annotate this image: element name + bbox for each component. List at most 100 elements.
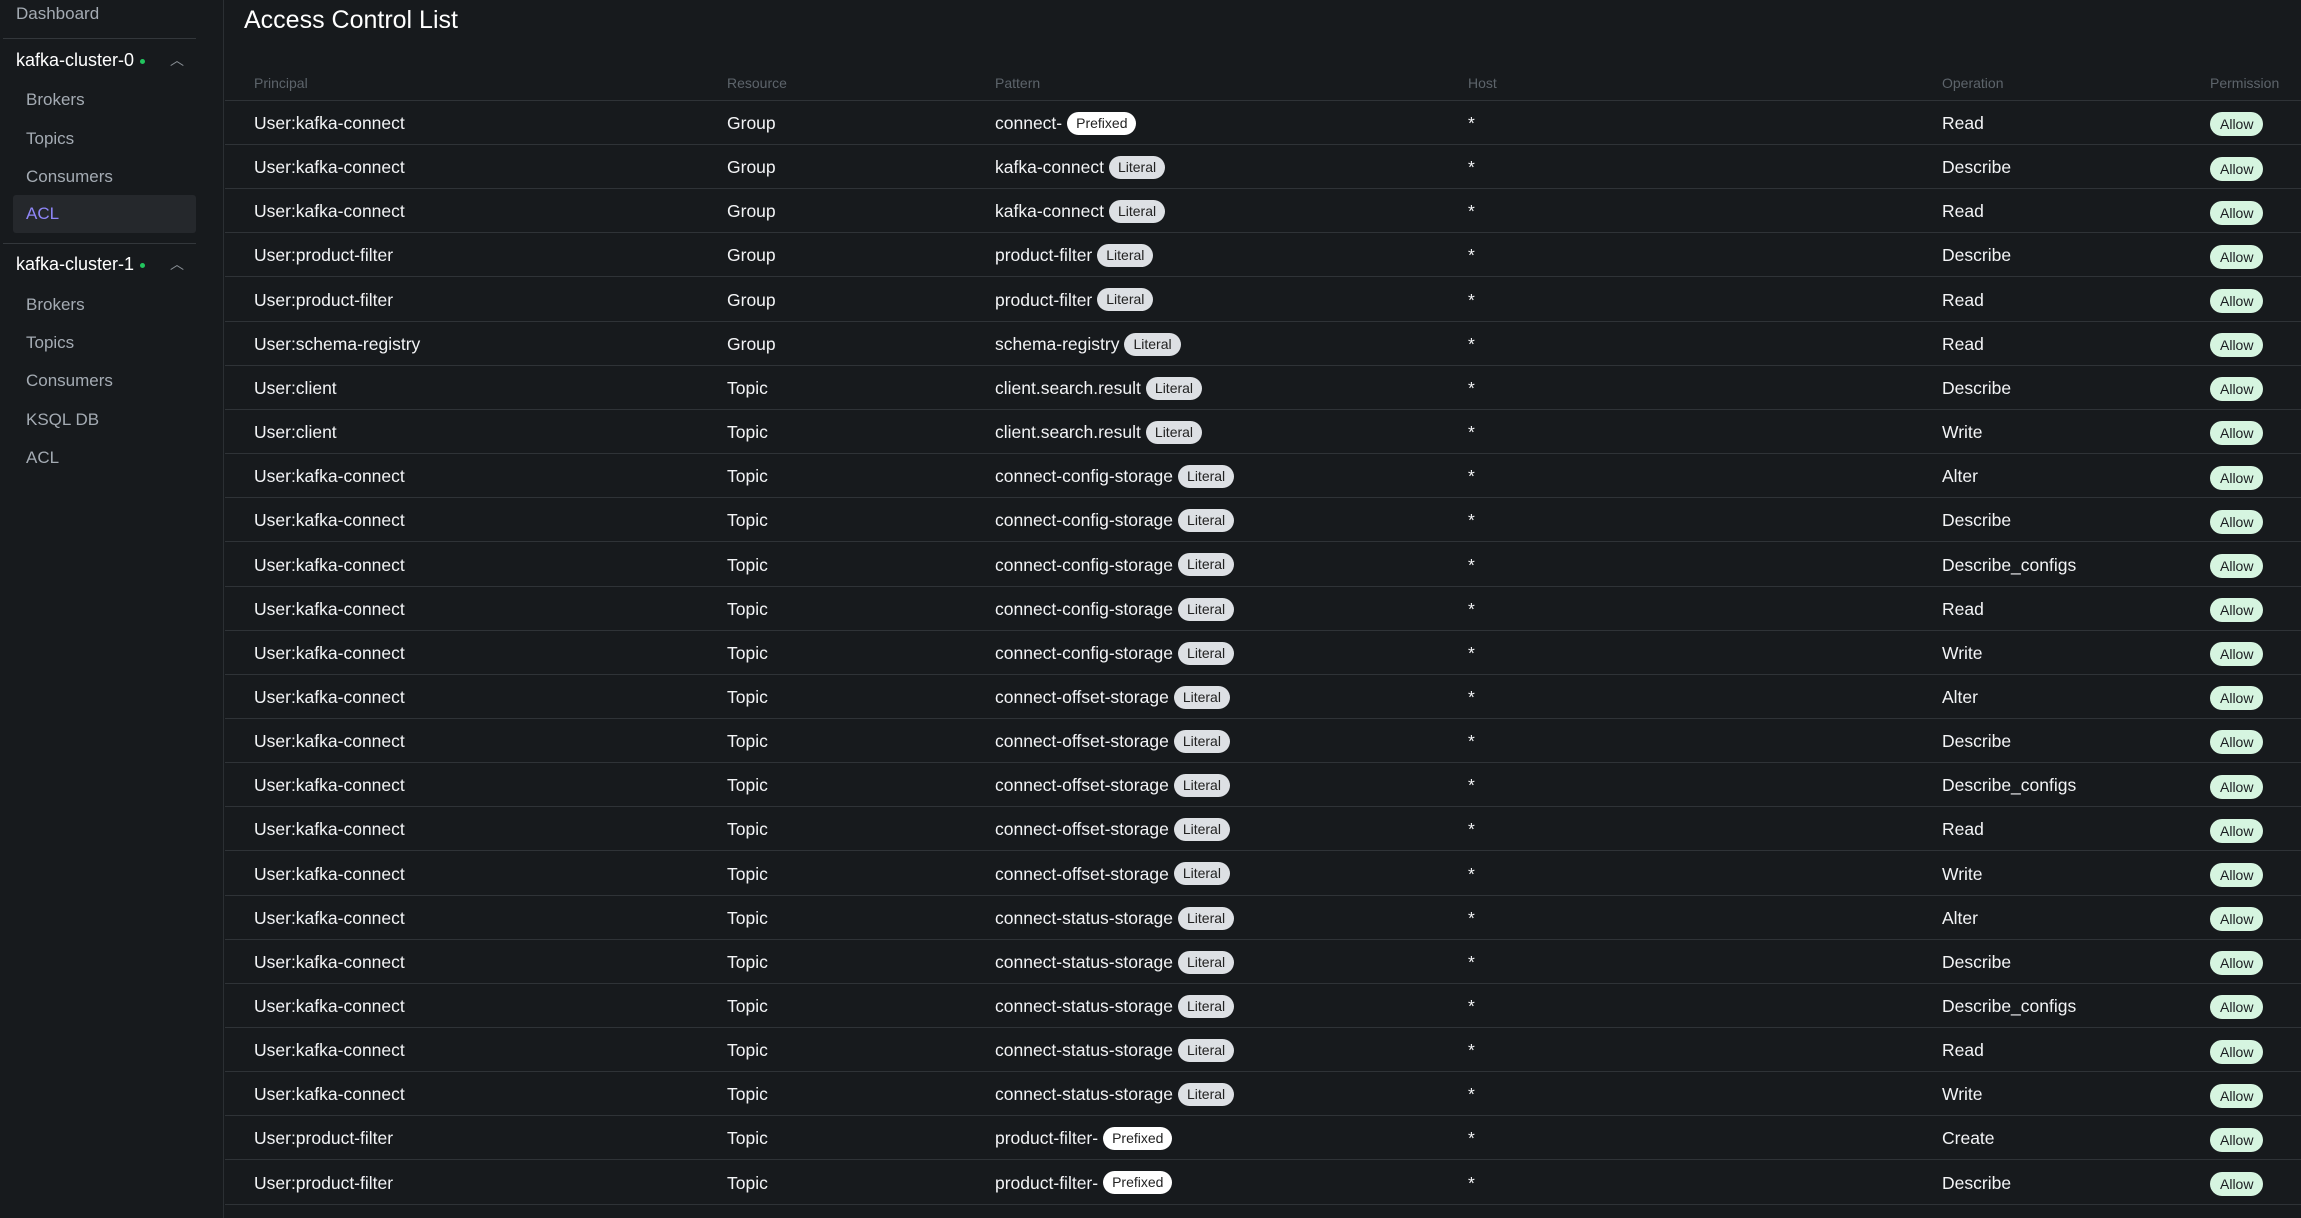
pattern-name: kafka-connect: [995, 157, 1104, 178]
sidebar-item-brokers[interactable]: Brokers: [26, 294, 196, 316]
pattern-type-badge: Literal: [1178, 641, 1235, 665]
pattern-name: connect-status-storage: [995, 1084, 1174, 1105]
resource-cell: Topic: [727, 642, 768, 663]
table-row: User:client Topic client.search.result Lite…: [225, 366, 2301, 410]
host-cell: *: [1468, 1040, 1475, 1061]
sidebar-item-acl[interactable]: ACL: [26, 447, 196, 469]
pattern-name: product-filter-: [995, 1172, 1099, 1193]
permission-badge: Allow: [2210, 553, 2264, 578]
pattern-cell: kafka-connect Literal: [995, 189, 1166, 233]
permission-cell: Allow: [2210, 1116, 2264, 1160]
operation-cell: Describe: [1942, 731, 2012, 752]
host-cell: *: [1468, 907, 1475, 928]
column-header-host[interactable]: Host: [1468, 70, 1497, 96]
principal-cell: User:kafka-connect: [254, 819, 405, 840]
pattern-type-badge: Literal: [1173, 729, 1230, 753]
pattern-name: connect-status-storage: [995, 951, 1174, 972]
sidebar-item-topics[interactable]: Topics: [26, 128, 196, 150]
pattern-cell: client.search.result Literal: [995, 410, 1203, 454]
principal-cell: User:kafka-connect: [254, 731, 405, 752]
column-header-operation[interactable]: Operation: [1942, 70, 2003, 96]
principal-cell: User:product-filter: [254, 245, 394, 266]
principal-cell: User:kafka-connect: [254, 510, 405, 531]
operation-cell: Create: [1942, 1128, 1995, 1149]
table-row: User:kafka-connect Topic connect-offset-st…: [225, 719, 2301, 764]
divider: [3, 38, 196, 39]
sidebar-item-dashboard[interactable]: Dashboard: [16, 3, 99, 25]
table-row: User:product-filter Group product-filter Li…: [225, 278, 2301, 322]
chevron-up-icon[interactable]: ︿: [170, 254, 184, 274]
page-title: Access Control List: [244, 6, 458, 34]
table-row: User:kafka-connect Topic connect-offset-st…: [225, 675, 2301, 719]
pattern-name: connect-offset-storage: [995, 775, 1169, 796]
column-header-pattern[interactable]: Pattern: [995, 70, 1040, 96]
divider: [3, 243, 196, 244]
table-row: User:client Topic client.search.result Lite…: [225, 410, 2301, 455]
principal-cell: User:product-filter: [254, 289, 394, 310]
table-row: User:kafka-connect Topic connect-status-st…: [225, 940, 2301, 984]
pattern-cell: connect-offset-storage Literal: [995, 675, 1230, 719]
operation-cell: Alter: [1942, 907, 1978, 928]
pattern-cell: connect- Prefixed: [995, 101, 1137, 145]
pattern-cell: connect-config-storage Literal: [995, 587, 1235, 631]
sidebar-item-brokers[interactable]: Brokers: [26, 89, 196, 111]
sidebar-item-topics[interactable]: Topics: [26, 332, 196, 354]
resource-cell: Topic: [727, 819, 768, 840]
column-header-resource[interactable]: Resource: [727, 70, 787, 96]
pattern-type-badge: Literal: [1178, 597, 1235, 621]
host-cell: *: [1468, 157, 1475, 178]
table-row: User:kafka-connect Topic connect-status-st…: [225, 1072, 2301, 1117]
permission-badge: Allow: [2210, 642, 2264, 667]
pattern-cell: connect-status-storage Literal: [995, 940, 1235, 984]
sidebar-item-consumers[interactable]: Consumers: [26, 370, 196, 392]
cluster-kafka-cluster-1[interactable]: kafka-cluster-1: [16, 253, 146, 275]
column-header-permission[interactable]: Permission: [2210, 70, 2279, 96]
permission-cell: Allow: [2210, 278, 2264, 322]
sidebar-item-consumers[interactable]: Consumers: [26, 166, 196, 188]
permission-cell: Allow: [2210, 145, 2264, 189]
pattern-name: kafka-connect: [995, 201, 1104, 222]
host-cell: *: [1468, 1084, 1475, 1105]
host-cell: *: [1468, 113, 1475, 133]
resource-cell: Topic: [727, 554, 768, 575]
permission-cell: Allow: [2210, 1028, 2264, 1072]
resource-cell: Topic: [727, 996, 768, 1016]
permission-cell: Allow: [2210, 366, 2264, 410]
host-cell: *: [1468, 289, 1475, 310]
sidebar-item-acl[interactable]: ACL: [13, 195, 196, 233]
pattern-name: connect-status-storage: [995, 996, 1174, 1016]
column-header-principal[interactable]: Principal: [254, 70, 308, 96]
resource-cell: Group: [727, 245, 776, 266]
resource-cell: Topic: [727, 1084, 768, 1105]
pattern-name: connect-config-storage: [995, 554, 1174, 575]
pattern-type-badge: Literal: [1178, 553, 1235, 577]
pattern-type-badge: Literal: [1178, 1039, 1235, 1063]
table-row: User:kafka-connect Group kafka-connect Lite…: [225, 145, 2301, 190]
permission-cell: Allow: [2210, 410, 2264, 454]
operation-cell: Alter: [1942, 686, 1978, 707]
main-content: Access Control List Principal Resource P…: [225, 0, 2301, 1218]
chevron-up-icon[interactable]: ︿: [170, 50, 184, 70]
permission-cell: Allow: [2210, 719, 2264, 763]
permission-badge: Allow: [2210, 112, 2264, 137]
permission-cell: Allow: [2210, 852, 2264, 896]
pattern-cell: product-filter Literal: [995, 278, 1154, 322]
permission-cell: Allow: [2210, 498, 2264, 542]
sidebar-item-ksqldb[interactable]: KSQL DB: [26, 409, 196, 431]
cluster-kafka-cluster-0[interactable]: kafka-cluster-0: [16, 49, 146, 71]
host-cell: *: [1468, 642, 1475, 663]
permission-cell: Allow: [2210, 631, 2264, 675]
operation-cell: Read: [1942, 333, 1984, 354]
host-cell: *: [1468, 951, 1475, 972]
permission-badge: Allow: [2210, 377, 2264, 402]
resource-cell: Topic: [727, 907, 768, 928]
pattern-type-badge: Literal: [1097, 244, 1154, 268]
permission-cell: Allow: [2210, 1072, 2264, 1116]
operation-cell: Describe: [1942, 1172, 2012, 1193]
pattern-cell: product-filter Literal: [995, 233, 1154, 277]
host-cell: *: [1468, 201, 1475, 222]
permission-badge: Allow: [2210, 288, 2264, 313]
pattern-name: schema-registry: [995, 333, 1120, 354]
resource-cell: Topic: [727, 377, 768, 398]
operation-cell: Describe: [1942, 157, 2012, 178]
